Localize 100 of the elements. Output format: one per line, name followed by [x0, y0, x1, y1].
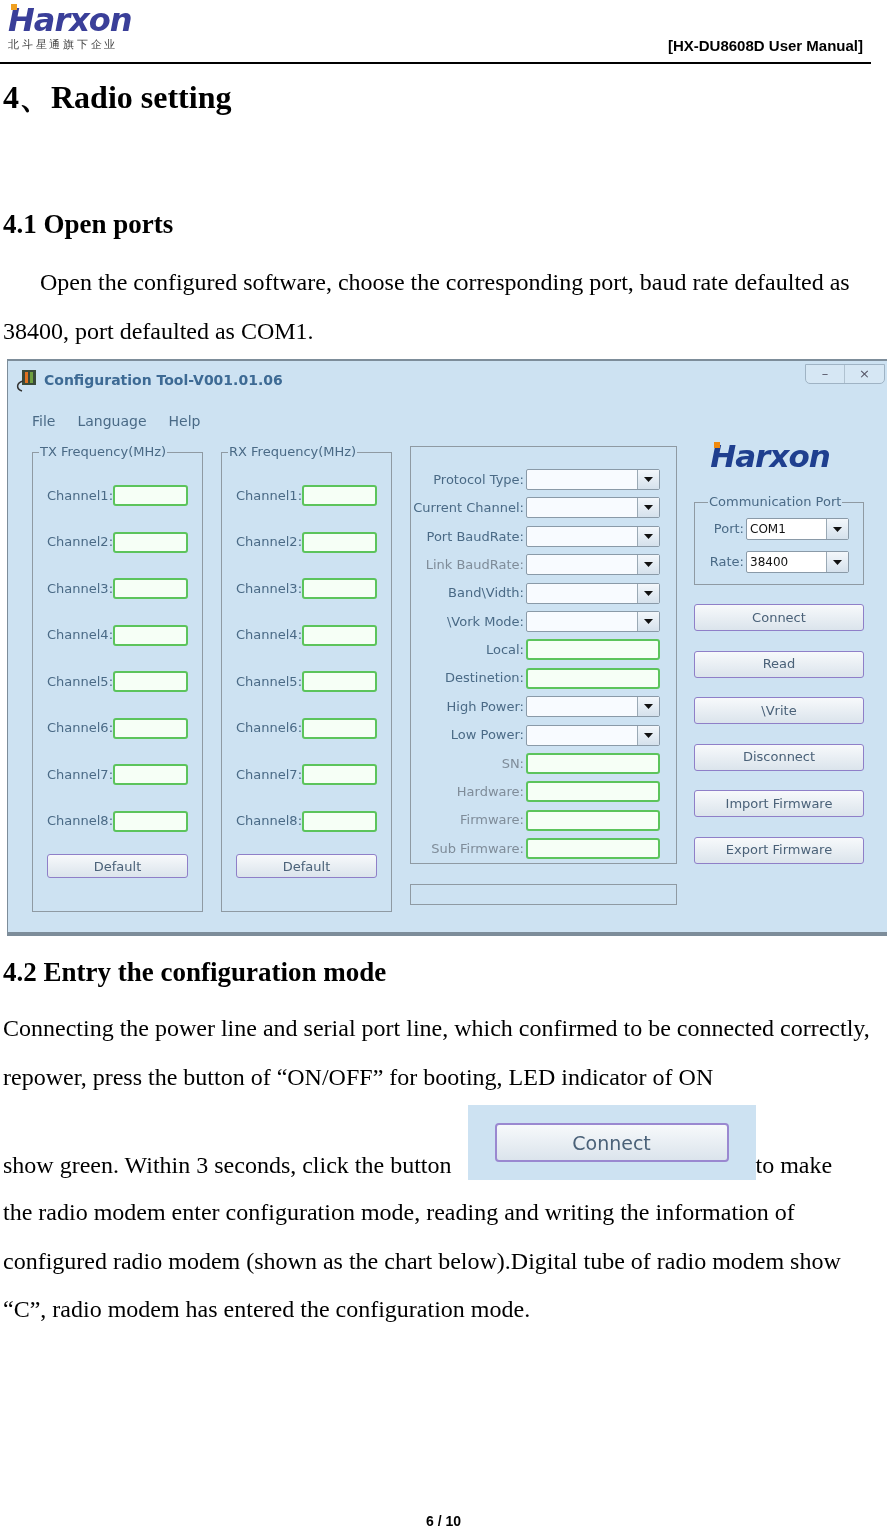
dropdown-arrow-icon — [833, 526, 842, 532]
channel-label: Channel4: — [47, 626, 113, 645]
window-button[interactable]: Read — [694, 650, 864, 678]
channel-label: Channel6: — [236, 719, 302, 738]
text-field[interactable] — [526, 667, 660, 689]
window-title: Configuration Tool-V001.01.06 — [44, 370, 283, 390]
channel-label: Channel8: — [47, 812, 113, 831]
window-button[interactable]: Default — [47, 854, 188, 879]
dropdown-arrow-icon — [644, 704, 653, 710]
text-field[interactable] — [113, 671, 188, 692]
paragraph: the radio modem enter configuration mode, reading and writing the information of configured radio modem (shown as the chart below).Digital tube of radio modem show “C”, radio modem has entered the configuration mode. — [3, 1198, 842, 1324]
paragraph: Open the configured software, choose the corresponding port, baud rate defaulted as 38400, port defaulted as COM1. — [3, 268, 851, 346]
window-button[interactable]: Disconnect — [694, 743, 864, 771]
channel-label: Channel3: — [47, 579, 113, 598]
dropdown-field[interactable]: COM1 — [746, 518, 849, 540]
text-field[interactable] — [526, 781, 660, 803]
window-button[interactable]: Connect — [694, 604, 864, 631]
text-field[interactable] — [113, 578, 188, 599]
section-heading: 4.2 Entry the configuration mode — [3, 956, 388, 989]
text-field[interactable] — [526, 752, 660, 774]
text-field[interactable] — [526, 639, 660, 661]
channel-label: Channel1: — [47, 486, 113, 505]
text-field[interactable] — [113, 764, 188, 785]
dropdown-arrow-icon — [644, 562, 653, 568]
dropdown-arrow-icon — [644, 533, 653, 539]
text-field[interactable] — [302, 624, 377, 646]
window-button[interactable]: Export Firmware — [694, 836, 864, 864]
channel-label: Channel2: — [236, 533, 302, 552]
chapter-heading: 4、Radio setting — [3, 78, 233, 117]
group-title: TX Frequency(MHz) — [39, 444, 168, 460]
text-field[interactable] — [113, 624, 188, 646]
text-field[interactable] — [302, 531, 377, 553]
setting-label: Band\Vidth: — [448, 584, 525, 603]
dropdown-field[interactable] — [526, 610, 660, 632]
dropdown-field[interactable] — [526, 525, 660, 547]
menu-item[interactable]: Language — [77, 411, 147, 432]
page-number: 6 / 10 — [425, 1512, 462, 1531]
logo: Harxon — [8, 4, 132, 36]
dropdown-field[interactable] — [526, 469, 660, 490]
channel-label: Channel4: — [236, 626, 302, 645]
dropdown-arrow-icon — [644, 618, 653, 624]
text-field[interactable] — [526, 838, 660, 860]
dropdown-arrow-icon — [644, 477, 653, 482]
dropdown-arrow-icon — [833, 559, 842, 565]
text-field[interactable] — [302, 717, 377, 739]
setting-label: Destinetion: — [445, 669, 525, 688]
logo-tagline: 北 斗 星 通 旗 下 企 业 — [8, 38, 117, 50]
text-field[interactable] — [113, 531, 188, 553]
dropdown-arrow-icon — [644, 590, 653, 596]
paragraph: Connecting the power line and serial port line, which confirmed to be connected correctly, repower, press the button of “ON/OFF” for booting, LED indicator of ON — [3, 1014, 871, 1092]
dropdown-field[interactable] — [526, 497, 660, 519]
dropdown-field[interactable] — [526, 724, 660, 746]
channel-label: Channel8: — [236, 812, 302, 831]
connect-button[interactable]: Connect — [494, 1123, 729, 1162]
harxon-logo: Harxon — [710, 438, 830, 474]
text-field[interactable] — [302, 485, 377, 506]
menu-item[interactable]: File — [32, 411, 56, 432]
setting-label: Port BaudRate: — [426, 527, 525, 546]
window-button[interactable]: \Vrite — [694, 697, 864, 724]
setting-label: Link BaudRate: — [425, 555, 525, 574]
text-field[interactable] — [302, 810, 377, 832]
window-button[interactable]: Default — [236, 854, 377, 879]
text-field[interactable] — [302, 578, 377, 599]
dropdown-field[interactable] — [526, 582, 660, 604]
group-title: RX Frequency(MHz) — [228, 444, 358, 460]
paragraph: show green. Within 3 seconds, click the button — [3, 1151, 452, 1180]
setting-label: Protocol Type: — [433, 470, 525, 489]
dropdown-field[interactable] — [526, 696, 660, 718]
setting-label: \Vork Mode: — [446, 612, 525, 631]
setting-label: Firmware: — [460, 811, 525, 830]
paragraph: to make — [755, 1151, 833, 1180]
document-title: [HX-DU8608D User Manual] — [667, 35, 864, 56]
text-field[interactable] — [113, 717, 188, 739]
dropdown-field[interactable]: 38400 — [746, 551, 849, 573]
dropdown-arrow-icon — [644, 732, 653, 738]
field-label: Rate: — [709, 553, 745, 572]
channel-label: Channel1: — [236, 486, 302, 505]
field-label: Port: — [713, 520, 745, 539]
channel-label: Channel5: — [236, 672, 302, 691]
dropdown-arrow-icon — [644, 505, 653, 511]
channel-label: Channel2: — [47, 533, 113, 552]
setting-label: Hardware: — [456, 783, 525, 802]
minimize-button[interactable]: – — [806, 365, 845, 383]
text-field[interactable] — [113, 810, 188, 832]
text-field[interactable] — [113, 485, 188, 506]
window-button[interactable]: Import Firmware — [694, 790, 864, 817]
setting-label: SN: — [501, 754, 525, 773]
text-field[interactable] — [302, 764, 377, 785]
section-heading: 4.1 Open ports — [3, 208, 175, 241]
setting-label: High Power: — [446, 697, 525, 716]
menu-item[interactable]: Help — [168, 411, 201, 432]
setting-label: Sub Firmware: — [431, 839, 525, 858]
channel-label: Channel7: — [47, 765, 113, 784]
text-field[interactable] — [526, 809, 660, 831]
channel-label: Channel3: — [236, 579, 302, 598]
close-button[interactable]: × — [845, 365, 884, 383]
dropdown-field[interactable] — [526, 554, 660, 576]
setting-label: Current Channel: — [413, 499, 525, 518]
setting-label: Local: — [485, 641, 525, 660]
text-field[interactable] — [302, 671, 377, 692]
